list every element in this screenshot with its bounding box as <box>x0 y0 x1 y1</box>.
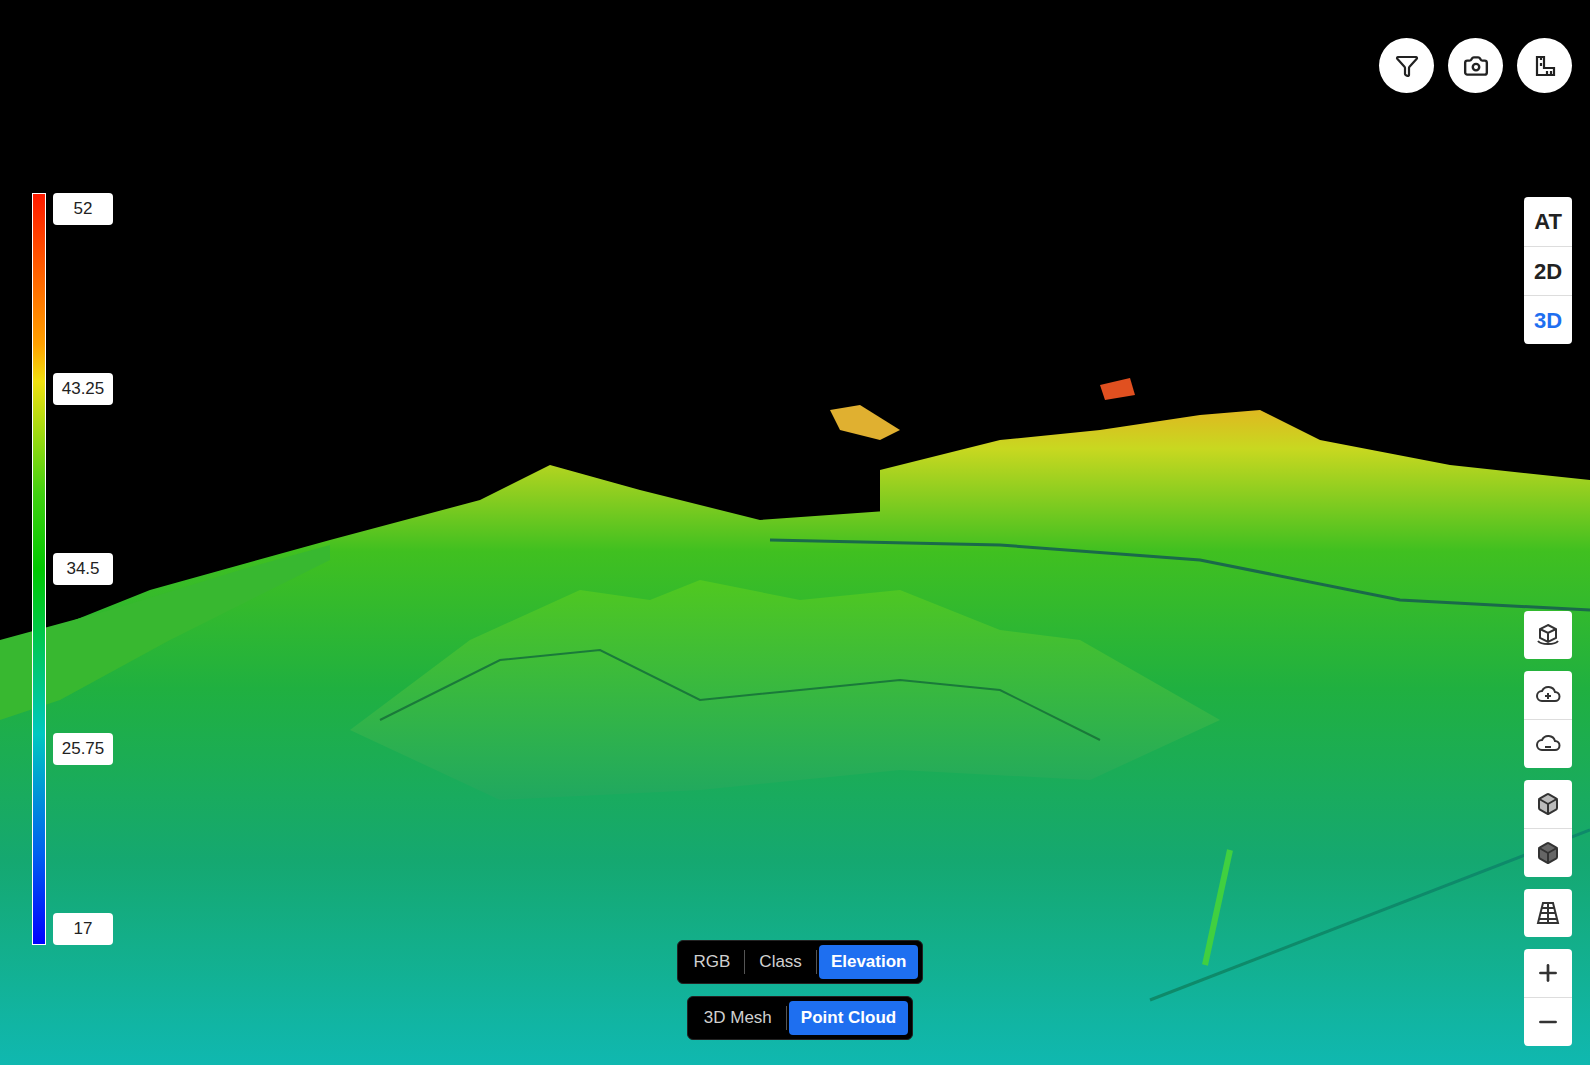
render-mode-switch: 3D MeshPoint Cloud <box>687 996 913 1040</box>
tool-group <box>1524 889 1572 937</box>
shading-light-button[interactable] <box>1524 780 1572 828</box>
rotate-view-button[interactable] <box>1524 611 1572 659</box>
legend-tick: 34.5 <box>53 553 113 585</box>
segment-button[interactable]: Class <box>747 945 814 979</box>
zoom-out-button[interactable] <box>1524 998 1572 1046</box>
elevation-legend: 52 43.25 34.5 25.75 17 <box>32 193 113 945</box>
view-mode-button[interactable]: 2D <box>1524 246 1572 295</box>
cloud-plus-icon <box>1534 681 1562 709</box>
camera-icon <box>1463 53 1489 79</box>
legend-ticks: 52 43.25 34.5 25.75 17 <box>53 193 113 945</box>
color-mode-switch: RGBClassElevation <box>677 940 924 984</box>
legend-color-bar <box>32 193 46 945</box>
zoom-in-button[interactable] <box>1524 949 1572 997</box>
tool-group <box>1524 671 1572 768</box>
top-toolbar <box>1379 38 1572 93</box>
grid-button[interactable] <box>1524 889 1572 937</box>
filter-icon <box>1395 54 1419 78</box>
segment-divider <box>744 950 745 974</box>
legend-tick: 52 <box>53 193 113 225</box>
plus-icon <box>1535 960 1561 986</box>
cloud-icon <box>1534 730 1562 758</box>
segment-button[interactable]: Elevation <box>819 945 919 979</box>
cube-light-icon <box>1536 792 1560 816</box>
segment-button[interactable]: 3D Mesh <box>692 1001 784 1035</box>
point-size-up-button[interactable] <box>1524 671 1572 719</box>
segment-divider <box>786 1006 787 1030</box>
cube-rotate-icon <box>1534 621 1562 649</box>
grid-plane-icon <box>1534 899 1562 927</box>
segment-divider <box>816 950 817 974</box>
segment-button[interactable]: RGB <box>682 945 743 979</box>
filter-button[interactable] <box>1379 38 1434 93</box>
minus-icon <box>1535 1009 1561 1035</box>
shading-dark-button[interactable] <box>1524 829 1572 877</box>
tool-group <box>1524 611 1572 659</box>
point-size-down-button[interactable] <box>1524 720 1572 768</box>
view-mode-button[interactable]: 3D <box>1524 295 1572 344</box>
tool-group <box>1524 949 1572 1046</box>
view-mode-panel: AT2D3D <box>1524 197 1572 344</box>
legend-tick: 17 <box>53 913 113 945</box>
measure-icon <box>1533 54 1557 78</box>
tool-column <box>1524 611 1572 1046</box>
view-mode-button[interactable]: AT <box>1524 197 1572 246</box>
screenshot-button[interactable] <box>1448 38 1503 93</box>
point-cloud-view[interactable] <box>0 0 1590 1065</box>
cube-dark-icon <box>1536 841 1560 865</box>
legend-tick: 43.25 <box>53 373 113 405</box>
tool-group <box>1524 780 1572 877</box>
mode-switches: RGBClassElevation 3D MeshPoint Cloud <box>600 940 1000 1040</box>
segment-button[interactable]: Point Cloud <box>789 1001 908 1035</box>
viewer: 52 43.25 34.5 25.75 17 AT2D3D RGBClassElevatio… <box>0 0 1590 1065</box>
legend-tick: 25.75 <box>53 733 113 765</box>
measure-button[interactable] <box>1517 38 1572 93</box>
